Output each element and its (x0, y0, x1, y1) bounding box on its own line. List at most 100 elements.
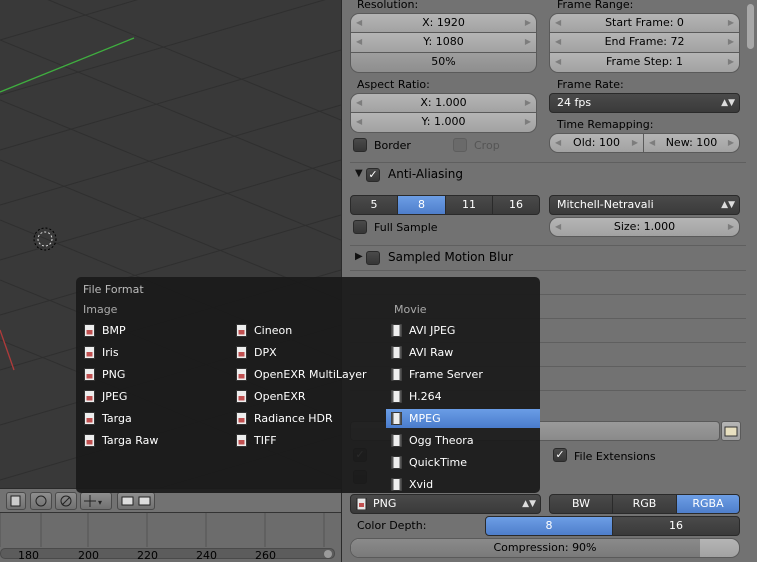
menu-item-h-264[interactable]: H.264 (386, 387, 540, 406)
tick-label: 220 (137, 549, 158, 562)
old-field[interactable]: ◀ Old: 100 ▶ (549, 133, 644, 153)
menu-title: File Format (83, 283, 144, 296)
image-file-icon (84, 346, 95, 359)
camera-icon (121, 496, 151, 506)
file-format-dropdown[interactable]: PNG ▲▼ (350, 494, 541, 514)
updown-icon: ▲▼ (522, 499, 536, 509)
y-axis-line (0, 329, 15, 371)
menu-item-jpeg[interactable]: JPEG (79, 387, 229, 406)
aa-sample-11[interactable]: 11 (445, 195, 493, 215)
menu-item-png[interactable]: PNG (79, 365, 229, 384)
aa-size-field[interactable]: ◀ Size: 1.000 ▶ (549, 217, 740, 237)
menu-item-avi-jpeg[interactable]: AVI JPEG (386, 321, 540, 340)
pivot-button[interactable] (30, 492, 52, 510)
file-format-value: PNG (373, 497, 397, 510)
menu-item-targa-raw[interactable]: Targa Raw (79, 431, 229, 450)
new-field[interactable]: ◀ New: 100 ▶ (644, 133, 740, 153)
border-checkbox[interactable] (353, 138, 367, 152)
file-extensions-checkbox[interactable]: ✓ (553, 448, 567, 462)
timeline[interactable]: 180 200 220 240 260 (0, 512, 341, 562)
image-file-icon (236, 368, 247, 381)
color-depth-8[interactable]: 8 (485, 516, 613, 536)
folder-icon (724, 426, 738, 437)
resolution-percentage-slider[interactable]: 50% (350, 53, 537, 73)
frame-step-field[interactable]: ◀ Frame Step: 1 ▶ (549, 53, 740, 73)
menu-item-radiance-hdr[interactable]: Radiance HDR (231, 409, 381, 428)
manipulator-button[interactable] (55, 492, 77, 510)
compression-slider[interactable]: Compression: 90% (350, 538, 740, 558)
frame-rate-dropdown[interactable]: 24 fps ▲▼ (549, 93, 740, 113)
menu-item-openexr[interactable]: OpenEXR (231, 387, 381, 406)
image-file-icon (236, 390, 247, 403)
image-file-icon (84, 434, 95, 447)
movie-file-icon (391, 412, 402, 425)
render-mode-button[interactable] (6, 492, 26, 510)
image-file-icon (84, 368, 95, 381)
menu-item-ogg-theora[interactable]: Ogg Theora (386, 431, 540, 450)
aspect-x-field[interactable]: ◀ X: 1.000 ▶ (350, 93, 537, 113)
resolution-y-field[interactable]: ◀ Y: 1080 ▶ (350, 33, 537, 53)
menu-item-dpx[interactable]: DPX (231, 343, 381, 362)
aspect-y-field[interactable]: ◀ Y: 1.000 ▶ (350, 113, 537, 133)
menu-item-bmp[interactable]: BMP (79, 321, 229, 340)
anti-aliasing-checkbox[interactable]: ✓ (366, 168, 380, 182)
movie-file-icon (391, 324, 402, 337)
color-depth-label: Color Depth: (357, 519, 427, 532)
aa-sample-5[interactable]: 5 (350, 195, 398, 215)
image-file-icon (356, 498, 367, 510)
tick-label: 240 (196, 549, 217, 562)
movie-group-header: Movie (394, 303, 427, 316)
aa-sample-16[interactable]: 16 (492, 195, 540, 215)
updown-icon: ▲▼ (721, 98, 735, 108)
menu-item-iris[interactable]: Iris (79, 343, 229, 362)
image-file-icon (236, 324, 247, 337)
scroll-thumb[interactable] (324, 550, 332, 558)
render-buttons[interactable] (117, 492, 155, 510)
anti-aliasing-title: Anti-Aliasing (388, 167, 463, 181)
menu-item-avi-raw[interactable]: AVI Raw (386, 343, 540, 362)
sampled-motion-blur-panel-header[interactable]: ▶ Sampled Motion Blur (350, 245, 746, 269)
menu-item-quicktime[interactable]: QuickTime (386, 453, 540, 472)
properties-scrollbar[interactable] (747, 4, 755, 552)
image-group-header: Image (83, 303, 118, 316)
aa-filter-dropdown[interactable]: Mitchell-Netravali ▲▼ (549, 195, 740, 215)
menu-item-frame-server[interactable]: Frame Server (386, 365, 540, 384)
start-frame-field[interactable]: ◀ Start Frame: 0 ▶ (549, 13, 740, 33)
color-mode-rgb[interactable]: RGB (612, 494, 677, 514)
color-depth-16[interactable]: 16 (612, 516, 740, 536)
anti-aliasing-panel-header[interactable]: ▼ ✓ Anti-Aliasing (350, 162, 746, 186)
menu-item-cineon[interactable]: Cineon (231, 321, 381, 340)
movie-file-icon (391, 346, 402, 359)
aspect-ratio-label: Aspect Ratio: (357, 78, 430, 91)
menu-item-targa[interactable]: Targa (79, 409, 229, 428)
movie-file-icon (391, 368, 402, 381)
image-file-icon (84, 324, 95, 337)
tick-label: 260 (255, 549, 276, 562)
frame-rate-label: Frame Rate: (557, 78, 624, 91)
file-extensions-label: File Extensions (574, 450, 656, 463)
color-mode-bw[interactable]: BW (549, 494, 613, 514)
full-sample-checkbox[interactable] (353, 220, 367, 234)
movie-file-icon (391, 390, 402, 403)
axis-icon: ▾ (84, 495, 102, 507)
crop-checkbox[interactable] (453, 138, 467, 152)
svg-text:▾: ▾ (98, 498, 102, 507)
scroll-thumb[interactable] (747, 4, 754, 49)
movie-file-icon (391, 456, 402, 469)
sampled-motion-blur-checkbox[interactable] (366, 251, 380, 265)
pivot-icon (35, 495, 47, 507)
resolution-x-field[interactable]: ◀ X: 1920 ▶ (350, 13, 537, 33)
menu-item-openexr-multilayer[interactable]: OpenEXR MultiLayer (231, 365, 381, 384)
end-frame-field[interactable]: ◀ End Frame: 72 ▶ (549, 33, 740, 53)
menu-item-xvid[interactable]: Xvid (386, 475, 540, 494)
menu-item-mpeg[interactable]: MPEG (386, 409, 540, 428)
color-mode-rgba[interactable]: RGBA (676, 494, 740, 514)
menu-item-tiff[interactable]: TIFF (231, 431, 381, 450)
manipulator-icon (60, 495, 72, 507)
timeline-scrollbar[interactable] (0, 548, 335, 559)
file-browse-button[interactable] (721, 421, 741, 441)
transform-orientation-button[interactable]: ▾ (80, 492, 112, 510)
aa-sample-8[interactable]: 8 (397, 195, 446, 215)
crop-label: Crop (474, 139, 500, 152)
file-format-menu: File Format Image Movie BMP Iris PNG JPEG Ta… (76, 277, 540, 493)
